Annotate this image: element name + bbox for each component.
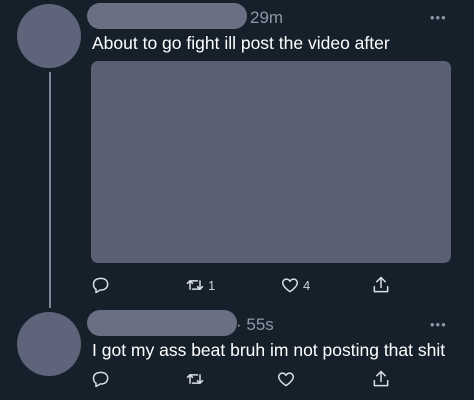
like-button[interactable]: 4 [280,273,310,297]
retweet-count: 1 [208,277,216,293]
tweet-timestamp[interactable]: · 55s [236,315,274,335]
tweet-2[interactable]: · 55s ••• I got my ass beat bruh im not … [0,310,474,400]
reply-icon [92,371,109,388]
tweet-timestamp[interactable]: 29m [250,8,283,28]
tweet-1[interactable]: 29m ••• About to go fight ill post the v… [0,0,474,310]
reply-icon [92,277,109,294]
tweet-text: About to go fight ill post the video aft… [92,33,390,53]
retweet-button[interactable]: 1 [185,273,215,297]
share-button[interactable] [371,273,391,297]
like-button[interactable] [276,367,299,391]
share-icon [373,276,389,293]
heart-icon [281,278,299,293]
tweet-actions: 1 4 [0,273,474,297]
retweet-button[interactable] [185,367,208,391]
share-button[interactable] [371,367,391,391]
like-count: 4 [303,277,311,293]
avatar[interactable] [17,4,81,68]
share-icon [373,370,389,387]
reply-button[interactable] [91,273,114,297]
tweet-text: I got my ass beat bruh im not posting th… [92,340,446,360]
more-icon[interactable]: ••• [430,317,447,332]
retweet-icon [186,280,204,290]
reply-button[interactable] [91,367,114,391]
media-attachment[interactable] [91,61,451,263]
redacted-username [87,3,247,29]
heart-icon [277,372,295,387]
tweet-actions [0,367,474,391]
more-icon[interactable]: ••• [430,10,447,25]
retweet-icon [186,374,204,384]
redacted-username [87,310,237,336]
